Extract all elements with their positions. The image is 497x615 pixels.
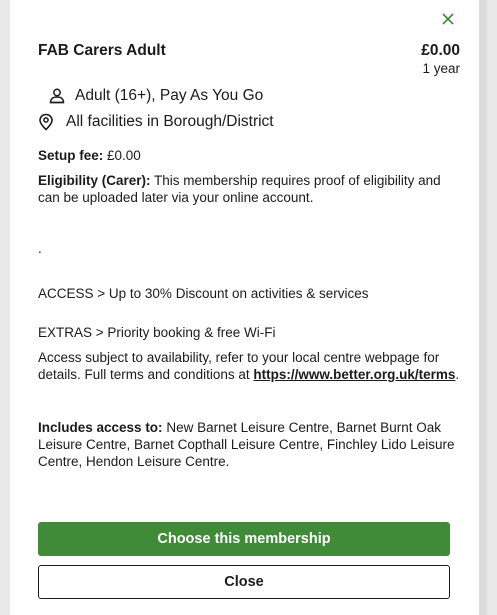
location-pin-icon [38,113,54,131]
access-info: ACCESS > Up to 30% Discount on activitie… [38,285,460,302]
setup-fee: Setup fee: £0.00 [38,147,460,164]
terms-link[interactable]: https://www.better.org.uk/terms [253,367,455,382]
separator-dot: . [38,240,460,257]
price-box: £0.00 1 year [421,42,460,76]
modal-header: FAB Carers Adult £0.00 1 year [38,42,460,76]
dot-text: . [38,241,42,256]
includes-label: Includes access to: [38,420,163,435]
facilities-text: All facilities in Borough/District [66,113,274,130]
close-icon[interactable] [439,10,457,28]
includes-info: Includes access to: New Barnet Leisure C… [38,419,460,470]
audience-row: Adult (16+), Pay As You Go [38,87,460,105]
choose-membership-button[interactable]: Choose this membership [38,522,450,556]
eligibility-label: Eligibility (Carer): [38,173,151,188]
close-button[interactable]: Close [38,565,450,599]
membership-modal: FAB Carers Adult £0.00 1 year Adult (16+… [10,0,479,615]
facilities-row: All facilities in Borough/District [38,113,460,131]
extras-text: EXTRAS > Priority booking & free Wi-Fi [38,325,276,340]
membership-period: 1 year [422,61,460,76]
setup-fee-value: £0.00 [107,148,141,163]
terms-end: . [455,367,460,382]
terms-info: Access subject to availability, refer to… [38,349,460,383]
access-text: ACCESS > Up to 30% Discount on activitie… [38,286,369,301]
scrollbar-track[interactable] [479,0,487,615]
membership-title: FAB Carers Adult [38,42,166,59]
person-icon [48,87,66,105]
membership-price: £0.00 [421,42,460,59]
setup-fee-label: Setup fee: [38,148,104,163]
audience-text: Adult (16+), Pay As You Go [75,87,264,104]
eligibility: Eligibility (Carer): This membership req… [38,172,460,206]
extras-info: EXTRAS > Priority booking & free Wi-Fi [38,324,460,341]
